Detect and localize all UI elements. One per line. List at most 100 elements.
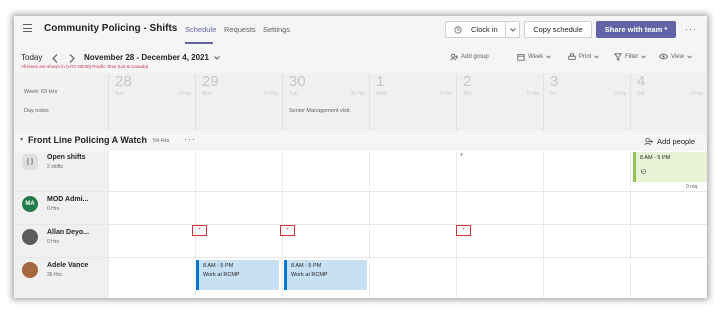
avatar: MA [22,196,38,212]
day-note[interactable]: Senior Management visit. [289,108,351,114]
day-column-header[interactable]: 2 Thu 0 Hrs [456,73,543,131]
active-tab-indicator [185,42,213,44]
week-label: Week [528,54,544,60]
day-column-header[interactable]: 28 Sun 0 Hrs [108,73,195,131]
chevron-down-icon [509,27,516,32]
row-sub: 36 Hrs [47,272,62,278]
day-hours: 0 Hrs [440,91,452,97]
chevron-down-icon [687,54,692,58]
clock-icon [454,25,462,34]
row-divider [14,224,707,225]
shift-time: 8 AM - 5 PM [291,263,322,269]
add-group-button[interactable]: Add group [450,53,489,61]
group-hours: 54 Hrs [153,138,170,144]
schedule-grid: [ ] Open shifts 2 shifts * 8 AM - 5 PM 0… [14,151,707,298]
shift-card[interactable]: 8 AM - 5 PM Work at RCMP [196,260,279,290]
marker-star: * [460,153,463,160]
day-number: 29 [202,73,219,90]
view-dropdown[interactable]: View [659,53,692,60]
eye-icon [659,53,668,60]
day-column-header[interactable]: 3 Fri 0 Hrs [543,73,630,131]
filter-icon [614,53,622,61]
day-column-header[interactable]: 1 Wed 0 Hrs [369,73,456,131]
day-name: Tue [289,91,298,97]
shift-card[interactable]: 8 AM - 5 PM Work at RCMP [284,260,367,290]
clock-in-label: Clock in [471,25,498,34]
group-header: ▾ Front Line Policing A Watch 54 Hrs ···… [14,131,707,151]
chevron-down-icon [641,55,647,59]
chevron-down-icon [594,55,600,59]
week-dropdown[interactable]: Week [517,53,552,61]
open-shift-icon [641,169,646,174]
day-name: Mon [202,91,212,97]
filter-button[interactable]: Filter [614,53,647,61]
today-button[interactable]: Today [21,53,42,62]
add-group-icon [450,53,458,61]
tab-settings[interactable]: Settings [263,25,290,34]
day-column-header[interactable]: 4 Sat 0 Hrs [630,73,707,131]
row-sub: 0 Hrs [47,239,59,245]
day-name: Sun [115,91,124,97]
day-column-header[interactable]: 30 Tue 36 Hrs Senior Management visit. [282,73,369,131]
day-hours: 27 Hrs [263,91,278,97]
copy-schedule-button[interactable]: Copy schedule [524,21,592,38]
toolbar: Today November 28 - December 4, 2021 All… [14,46,707,74]
add-people-label: Add people [657,137,695,146]
shift-time: 8 AM - 5 PM [203,263,234,269]
day-number: 3 [550,73,559,90]
highlight-marker[interactable]: * [192,225,207,236]
day-hours: 0 Hrs [614,91,626,97]
chevron-right-icon[interactable] [69,54,75,63]
shift-label: Work at RCMP [203,272,240,278]
chevron-down-icon [214,56,221,60]
add-people-icon [644,137,654,146]
clock-in-button[interactable]: Clock in [445,21,506,38]
row-name: Open shifts [47,154,86,161]
day-name: Thu [463,91,472,97]
open-shift-time: 8 AM - 5 PM [640,155,671,161]
print-label: Print [579,54,592,60]
row-name: Adele Vance [47,262,89,269]
day-name: Sat [637,91,645,97]
day-number: 1 [376,73,385,90]
hamburger-icon[interactable] [23,24,32,32]
day-name: Fri [550,91,556,97]
share-with-team-button[interactable]: Share with team * [596,21,676,38]
group-more-icon[interactable]: ··· [184,134,196,144]
avatar [22,229,38,245]
add-group-label: Add group [461,54,489,60]
open-shifts-icon: [ ] [22,154,38,170]
day-number: 2 [463,73,472,90]
date-range-label: November 28 - December 4, 2021 [84,53,209,62]
printer-icon [568,53,576,60]
print-button[interactable]: Print [568,53,600,61]
open-shift-card[interactable]: 8 AM - 5 PM [633,152,707,182]
collapse-caret-icon[interactable]: ▾ [20,136,23,143]
calendar-icon [517,54,525,61]
tab-schedule[interactable]: Schedule [185,25,216,34]
chevron-down-icon [546,55,552,59]
highlight-marker[interactable]: * [456,225,471,236]
day-number: 30 [289,73,306,90]
row-name: Allan Deyo... [47,229,90,236]
date-range-picker[interactable]: November 28 - December 4, 2021 [84,53,221,62]
more-options-icon[interactable]: ··· [685,24,697,34]
group-name[interactable]: Front Line Policing A Watch [28,135,147,145]
highlight-marker[interactable]: * [280,225,295,236]
tab-requests[interactable]: Requests [224,25,256,34]
day-hours: 36 Hrs [350,91,365,97]
view-label: View [671,53,684,60]
day-hours: 0 Hrs [691,91,703,97]
add-people-button[interactable]: Add people [644,137,695,146]
clock-in-dropdown[interactable] [505,21,520,38]
filter-label: Filter [625,54,639,60]
day-notes-label: Day notes [24,108,49,114]
day-name: Wed [376,91,387,97]
open-shift-requests: 0 req [686,184,698,190]
avatar [22,262,38,278]
row-divider [14,191,707,192]
app-header: Community Policing - Shifts Schedule Req… [14,16,707,44]
day-column-header[interactable]: 29 Mon 27 Hrs [195,73,282,131]
chevron-left-icon[interactable] [52,54,58,63]
shift-label: Work at RCMP [291,272,328,278]
